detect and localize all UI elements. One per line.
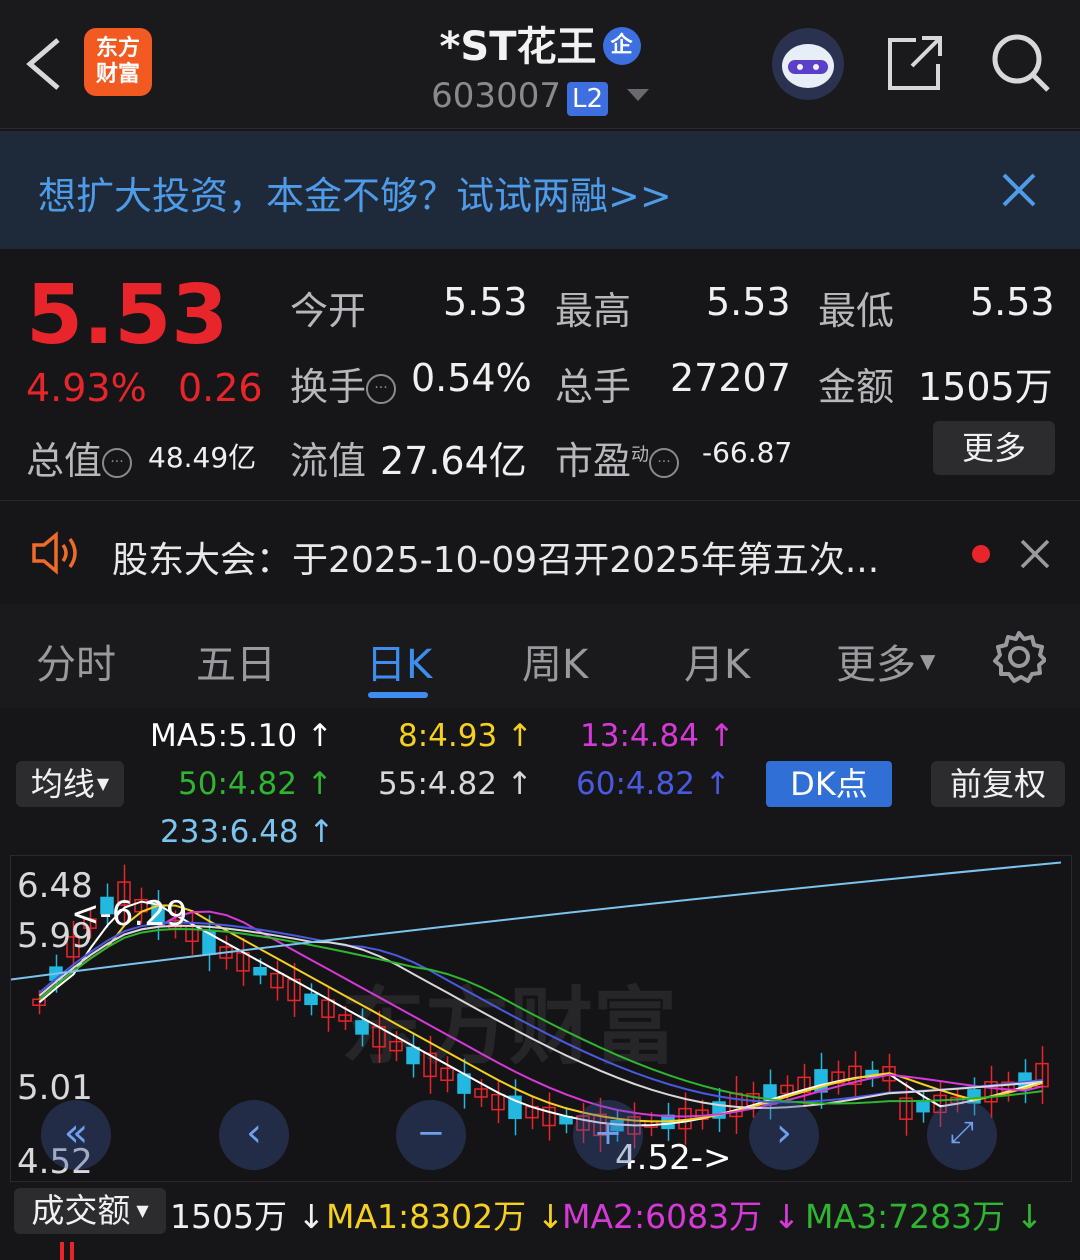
turnover-label: 换手 [290,365,367,409]
dk-point-label: DK点 [790,765,868,803]
dropdown-triangle-icon: ▼ [136,1201,149,1220]
tab-more-label: 更多 [836,642,916,688]
low-value: 5.53 [970,280,1055,324]
candle-body [304,993,318,1006]
candle-body [355,1020,369,1035]
volume-amount: 1505万 ↓ [170,1197,326,1236]
unread-dot [972,545,990,563]
top-bar: 东方 财富 *ST花王企 603007 L2 [0,0,1080,129]
ma233-legend: 233:6.48 ↑ [160,814,335,850]
active-tab-indicator [368,692,428,698]
mktcap-value: 48.49亿 [148,441,257,474]
pe-label: 市盈 [555,439,632,483]
fullscreen-icon[interactable]: ⤢ [927,1100,997,1170]
mktcap-label: 总值 [26,439,103,483]
tab-five-day[interactable]: 五日 [196,632,276,690]
volume-ma3: MA3:7283万 ↓ [805,1197,1044,1236]
low-label: 最低 [818,289,895,333]
scroll-right-icon[interactable]: › [749,1100,819,1170]
info-icon[interactable]: ··· [102,448,133,478]
candle-body [253,966,267,976]
high-value: 5.53 [706,280,791,324]
open-value: 5.53 [443,280,528,324]
pe-label-group: 市盈动 ··· [555,430,680,485]
kline-chart[interactable]: 东方财富 6.48 5.99 5.01 4.52 <-6.29 4.52-> «… [10,855,1072,1182]
pe-value: -66.87 [702,436,793,469]
tab-daily-k[interactable]: 日K [366,632,432,690]
ma5-legend: MA5:5.10 ↑ [150,718,333,754]
candle-body [916,1100,930,1113]
open-label: 今开 [290,289,367,333]
ma55-legend: 55:4.82 ↑ [378,766,533,802]
dropdown-triangle-icon[interactable] [626,89,649,103]
high-label: 最高 [555,289,632,333]
current-price: 5.53 [26,268,229,363]
float-value: 27.64亿 [380,439,527,483]
announcement-bar[interactable]: 股东大会：于2025-10-09召开2025年第五次... [0,500,1080,606]
ma13-legend: 13:4.84 ↑ [580,718,735,754]
max-price-marker: <-6.29 [71,894,188,934]
volume-ma1: MA1:8302万 ↓ [326,1197,565,1236]
ma-selector-label: 均线 [30,765,95,803]
volume-selector-label: 成交额 [31,1191,131,1230]
level2-badge[interactable]: L2 [566,82,608,116]
volume-label: 总手 [555,365,632,409]
enterprise-badge: 企 [602,27,641,65]
tab-intraday[interactable]: 分时 [36,632,116,690]
volume-value: 27207 [670,356,791,400]
mktcap-label-group: 总值 ··· [26,430,133,485]
settings-gear-icon[interactable] [992,630,1046,684]
scroll-left-fast-icon[interactable]: « [41,1100,111,1170]
dropdown-triangle-icon: ▼ [96,774,110,793]
tab-more[interactable]: 更多 ▼ [836,632,935,690]
scroll-left-icon[interactable]: ‹ [219,1100,289,1170]
info-icon[interactable]: ··· [366,374,397,404]
amount-value: 1505万 [918,365,1053,409]
ma8-legend: 8:4.93 ↑ [398,718,534,754]
pe-superscript: 动 [631,444,650,466]
more-button[interactable]: 更多 [933,421,1055,475]
close-icon[interactable] [1002,173,1036,207]
zoom-in-icon[interactable]: + [573,1100,643,1170]
float-label: 流值 [290,439,367,483]
info-icon[interactable]: ··· [649,448,680,478]
volume-ma2: MA2:6083万 ↓ [562,1197,801,1236]
price-adjust-button[interactable]: 前复权 [931,761,1065,807]
turnover-value: 0.54% [411,356,532,400]
volume-indicator-selector[interactable]: 成交额 ▼ [14,1188,166,1234]
tab-monthly-k[interactable]: 月K [684,632,750,690]
stock-code: 603007 [431,76,561,116]
amount-label: 金额 [818,365,895,409]
speaker-icon [32,531,77,575]
change-percent: 4.93% [26,366,147,410]
banner-text[interactable]: 想扩大投资，本金不够？试试两融>> [38,165,672,220]
assistant-avatar-icon[interactable] [770,26,846,102]
announcement-text[interactable]: 股东大会：于2025-10-09召开2025年第五次... [112,531,879,583]
ma60-legend: 60:4.82 ↑ [576,766,731,802]
search-icon[interactable] [990,32,1052,94]
dropdown-triangle-icon: ▼ [920,649,936,673]
close-icon[interactable] [1020,539,1050,569]
candle-body [406,1046,420,1065]
stock-name: *ST花王 [439,24,597,70]
volume-bar [60,1242,64,1260]
change-value: 0.26 [178,366,263,410]
tab-weekly-k[interactable]: 周K [522,632,588,690]
ma50-legend: 50:4.82 ↑ [178,766,333,802]
dk-point-button[interactable]: DK点 [766,761,892,807]
volume-bar [70,1242,74,1260]
zoom-out-icon[interactable]: − [396,1100,466,1170]
turnover-label-group: 换手 ··· [290,356,397,411]
ma-selector-button[interactable]: 均线 ▼ [16,761,124,807]
margin-trading-banner[interactable]: 想扩大投资，本金不够？试试两融>> [0,131,1080,249]
share-icon[interactable] [886,34,946,92]
